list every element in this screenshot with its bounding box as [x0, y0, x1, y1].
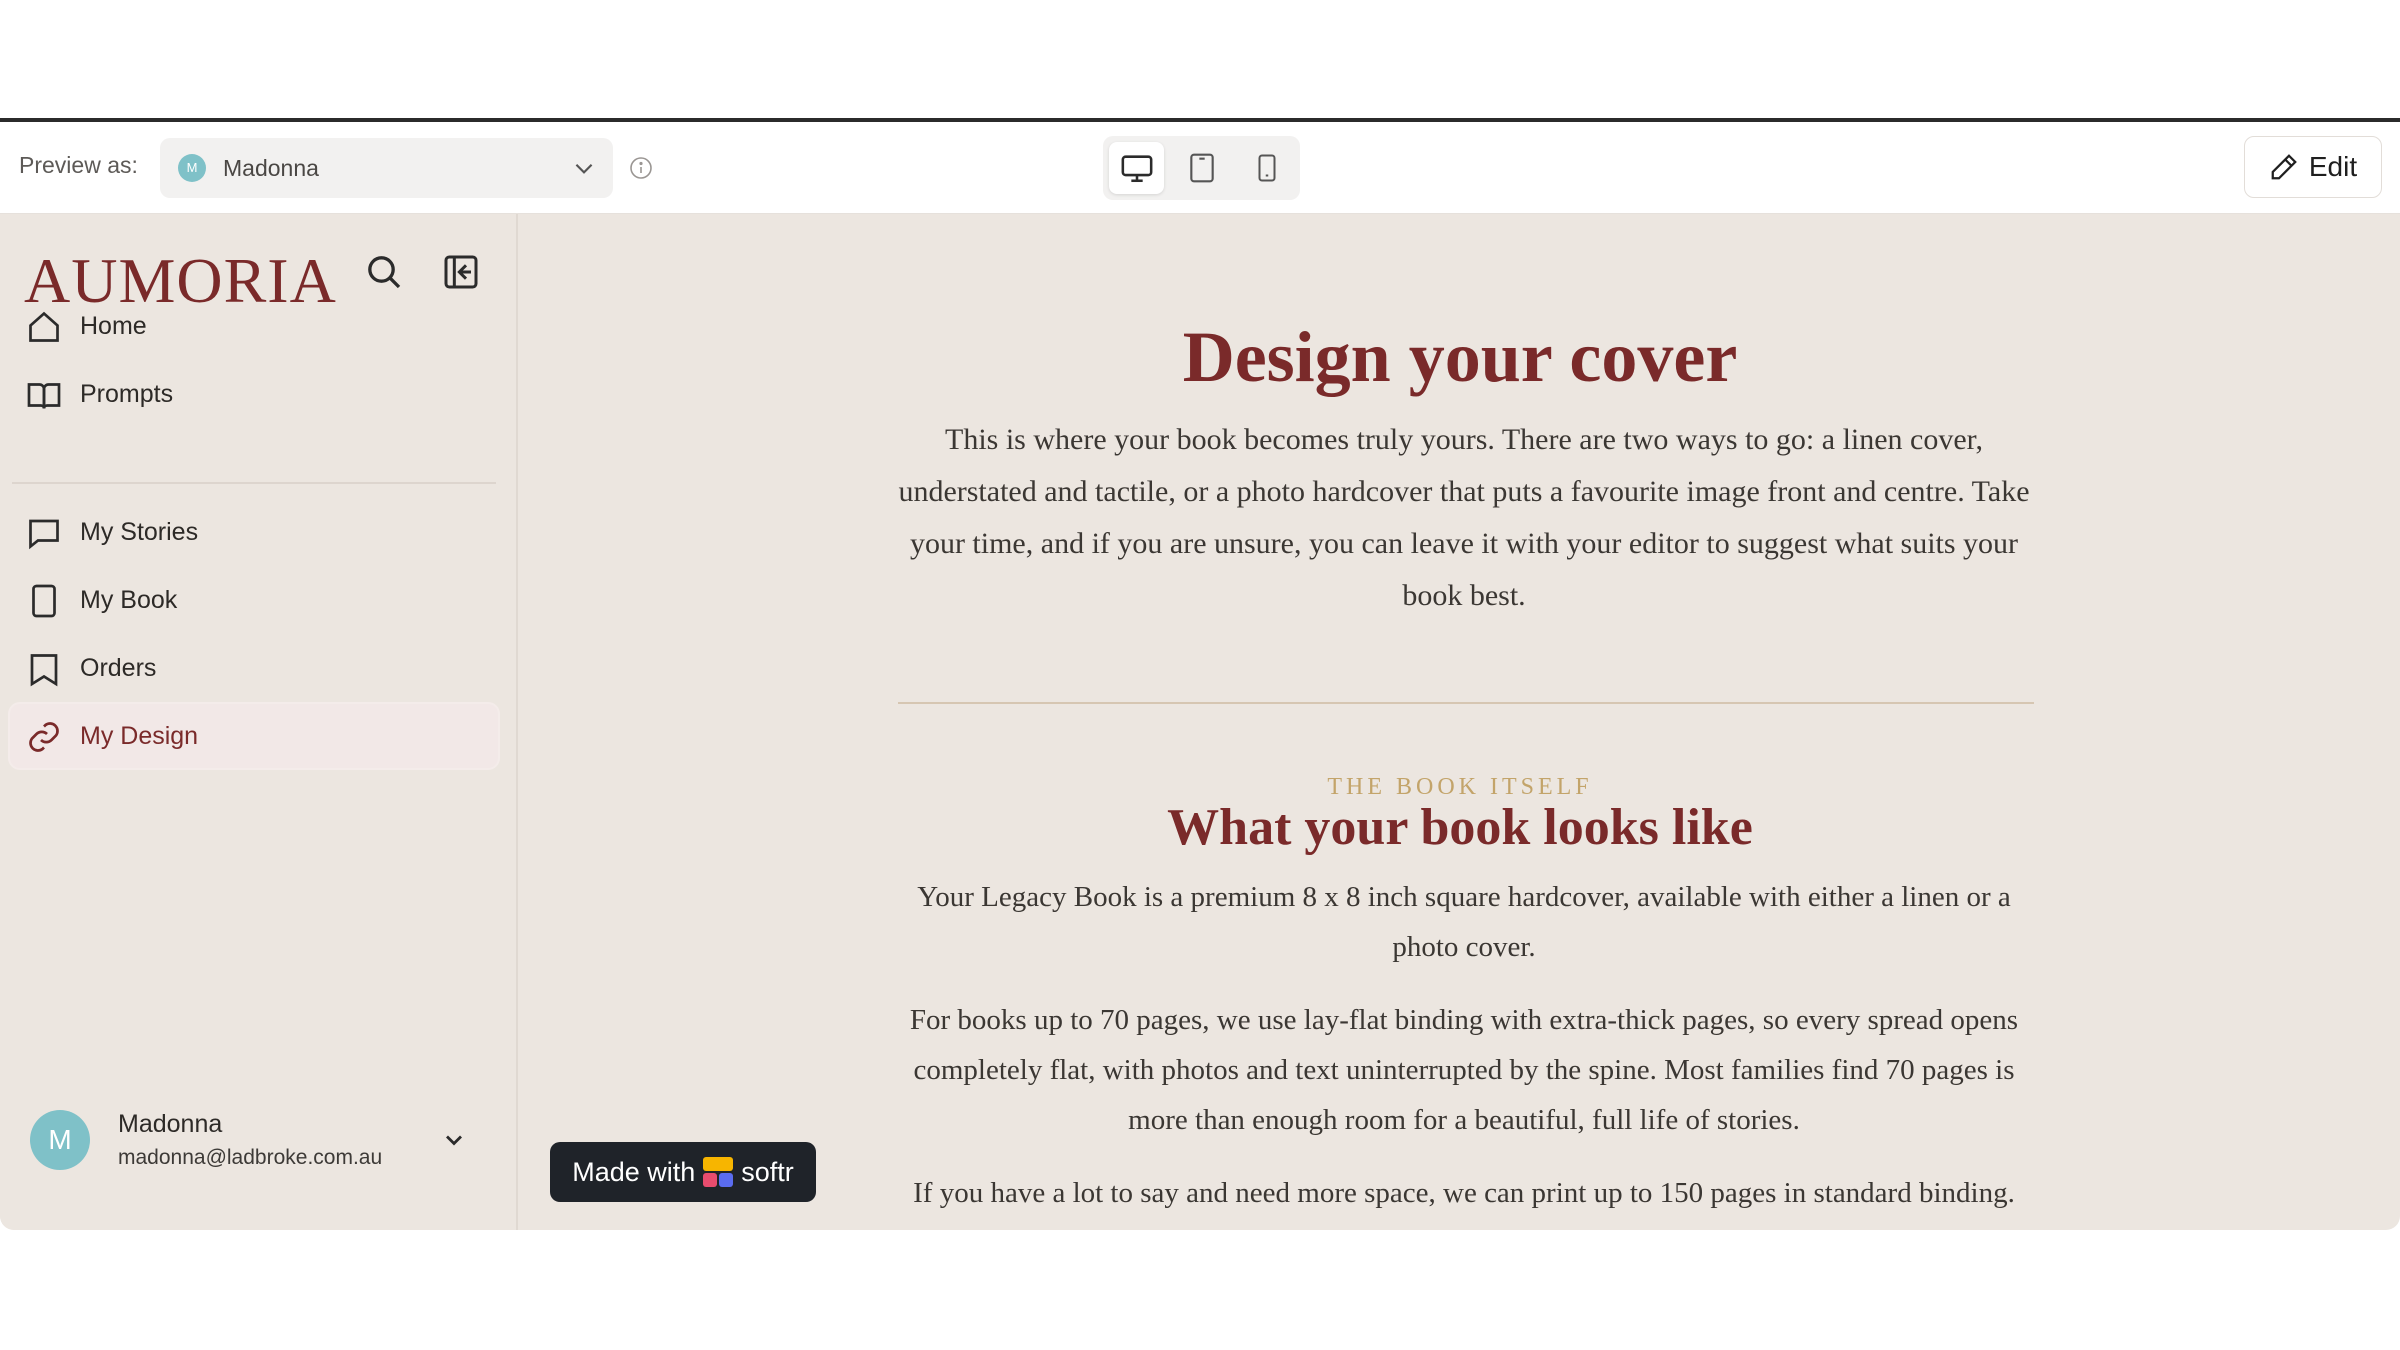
book-icon: [32, 584, 56, 618]
page-title: Design your cover: [1182, 317, 1738, 397]
device-switcher: [1103, 136, 1300, 200]
body-paragraph: If you have a lot to say and need more s…: [913, 1177, 2015, 1230]
bookmark-icon: [30, 654, 58, 687]
search-icon[interactable]: [364, 252, 404, 292]
tablet-view-button[interactable]: [1174, 142, 1229, 194]
sidebar-item-home[interactable]: Home: [10, 294, 498, 358]
book-open-icon: [27, 383, 61, 409]
chevron-down-icon: [575, 163, 593, 174]
edit-button-label: Edit: [2308, 151, 2358, 182]
badge-brand: softr: [741, 1156, 794, 1187]
sidebar-item-my-design[interactable]: My Design: [10, 704, 498, 768]
made-with-softr-badge[interactable]: Made with softr: [550, 1142, 816, 1202]
info-icon[interactable]: [629, 156, 653, 180]
section-title: What your book looks like: [1167, 799, 1753, 856]
account-name: Madonna: [118, 1110, 223, 1138]
desktop-icon: [1121, 155, 1152, 183]
mobile-view-button[interactable]: [1239, 142, 1294, 194]
edit-button[interactable]: Edit: [2244, 136, 2382, 198]
section-divider: [898, 702, 2034, 704]
user-avatar-dot: M: [178, 154, 206, 182]
mobile-icon: [1258, 154, 1275, 182]
sidebar-item-label: My Book: [80, 586, 178, 614]
sidebar-item-label: Home: [80, 312, 147, 340]
link-icon: [29, 722, 59, 752]
badge-prefix: Made with: [572, 1156, 696, 1187]
section-eyebrow: THE BOOK ITSELF: [1327, 774, 1593, 800]
sidebar-item-my-book[interactable]: My Book: [10, 568, 498, 632]
collapse-sidebar-icon[interactable]: [441, 252, 481, 292]
sidebar-item-orders[interactable]: Orders: [10, 636, 498, 700]
selected-user-name: Madonna: [223, 155, 319, 181]
tablet-icon: [1189, 153, 1214, 183]
preview-user-select[interactable]: M Madonna: [160, 138, 613, 198]
sidebar-item-my-stories[interactable]: My Stories: [10, 500, 498, 564]
nav-divider: [12, 482, 496, 484]
sidebar-item-label: Orders: [80, 654, 157, 682]
pencil-icon: [2271, 154, 2297, 180]
avatar: M: [30, 1110, 90, 1170]
main-content: Design your cover This is where your boo…: [520, 214, 2400, 1230]
sidebar-item-label: My Stories: [80, 518, 199, 546]
sidebar: AUMORIA Home Prompts My Stories My Book …: [0, 214, 518, 1230]
preview-as-label: Preview as:: [19, 152, 138, 178]
sidebar-item-label: Prompts: [80, 380, 174, 408]
body-paragraph: For books up to 70 pages, we use lay-fla…: [909, 1004, 2019, 1136]
app-frame: Preview as: M Madonna Edit AUMORIA Home …: [0, 118, 2400, 1230]
body-paragraph: Your Legacy Book is a premium 8 x 8 inch…: [917, 881, 2011, 963]
desktop-view-button[interactable]: [1109, 142, 1164, 194]
chevron-down-icon[interactable]: [440, 1126, 468, 1154]
account-menu[interactable]: M Madonna madonna@ladbroke.com.au: [0, 1084, 516, 1194]
preview-toolbar: Preview as: M Madonna Edit: [0, 122, 2400, 214]
chat-icon: [29, 519, 59, 550]
sidebar-item-label: My Design: [80, 722, 199, 750]
home-icon: [29, 311, 59, 342]
sidebar-item-prompts[interactable]: Prompts: [10, 362, 498, 426]
account-email: madonna@ladbroke.com.au: [118, 1146, 383, 1169]
softr-logo-icon: [703, 1157, 734, 1187]
intro-paragraph: This is where your book becomes truly yo…: [898, 423, 2030, 612]
